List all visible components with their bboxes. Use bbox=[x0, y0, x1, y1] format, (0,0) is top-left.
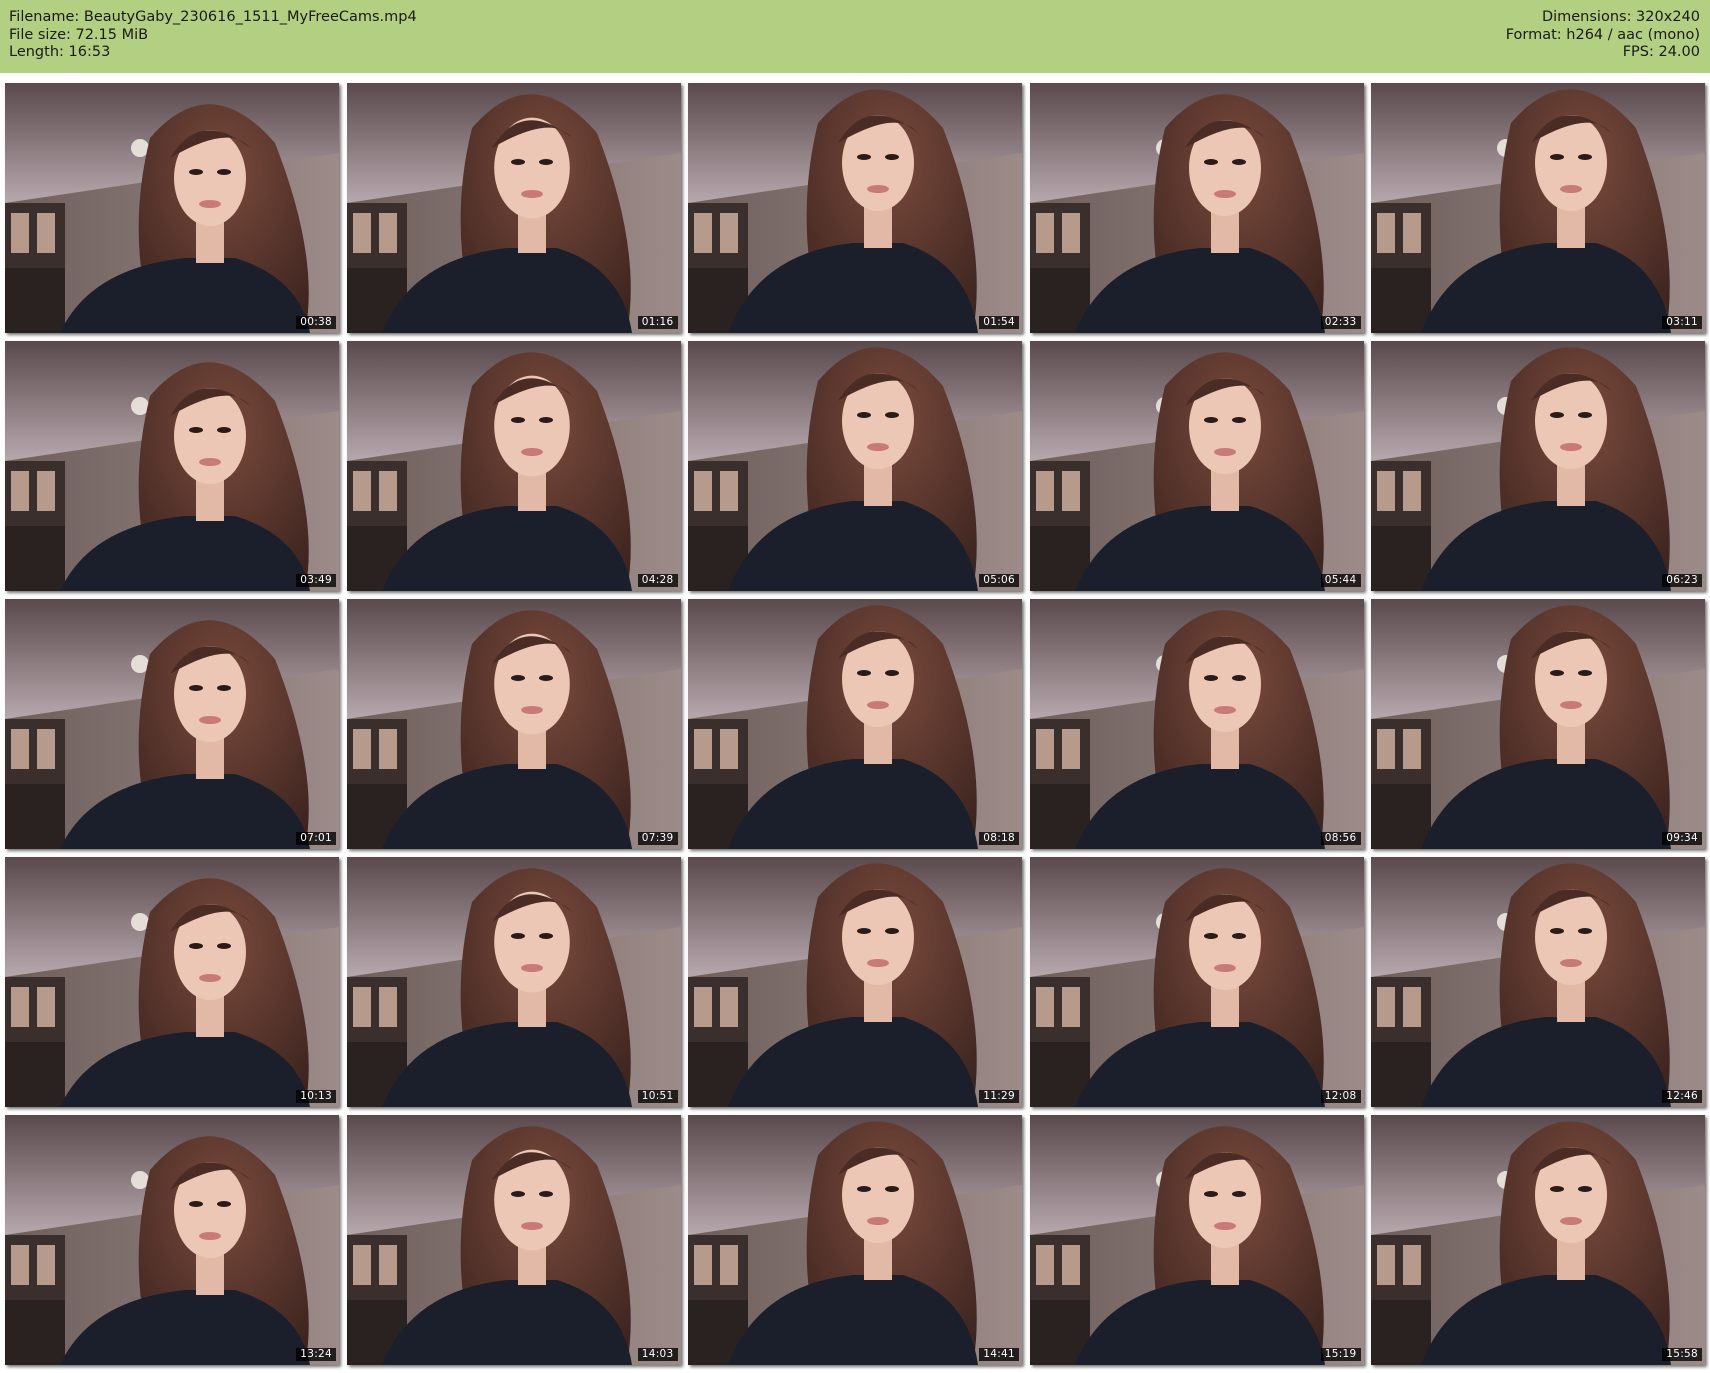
format-text: Format: h264 / aac (mono) bbox=[1505, 26, 1700, 43]
thumbnail-timestamp: 14:03 bbox=[637, 1348, 678, 1361]
thumbnail-frame-image bbox=[688, 1115, 1022, 1365]
thumbnail-timestamp: 09:34 bbox=[1662, 832, 1702, 845]
thumbnail: 13:24 bbox=[5, 1115, 339, 1365]
thumbnail-timestamp: 12:08 bbox=[1320, 1090, 1361, 1103]
thumbnail: 09:34 bbox=[1371, 599, 1705, 849]
thumbnail-frame-image bbox=[1029, 599, 1364, 849]
thumbnail-timestamp: 06:23 bbox=[1662, 574, 1702, 587]
thumbnail-grid: 00:38 01:16 01:54 02:33 03:11 03:49 04:28 05:06… bbox=[5, 83, 1705, 1365]
thumbnail-frame-image bbox=[688, 83, 1022, 333]
thumbnail-timestamp: 08:56 bbox=[1320, 832, 1361, 845]
thumbnail-frame-image bbox=[1029, 1115, 1364, 1365]
thumbnail-frame-image bbox=[1029, 857, 1364, 1107]
thumbnail-frame-image bbox=[1371, 83, 1705, 333]
thumbnail: 04:28 bbox=[346, 341, 681, 591]
filesize-text: File size: 72.15 MiB bbox=[9, 26, 149, 43]
thumbnail-timestamp: 14:41 bbox=[979, 1348, 1019, 1361]
thumbnail-timestamp: 05:44 bbox=[1320, 574, 1361, 587]
thumbnail: 10:51 bbox=[346, 857, 681, 1107]
thumbnail: 12:46 bbox=[1371, 857, 1705, 1107]
info-header: Filename: BeautyGaby_230616_1511_MyFreeC… bbox=[0, 0, 1710, 73]
thumbnail-timestamp: 01:16 bbox=[637, 316, 678, 329]
thumbnail: 11:29 bbox=[688, 857, 1022, 1107]
thumbnail: 00:38 bbox=[5, 83, 339, 333]
file-info: Filename: BeautyGaby_230616_1511_MyFreeC… bbox=[9, 9, 417, 62]
thumbnail-timestamp: 02:33 bbox=[1320, 316, 1361, 329]
thumbnail: 15:19 bbox=[1029, 1115, 1364, 1365]
thumbnail: 10:13 bbox=[5, 857, 339, 1107]
thumbnail-timestamp: 10:13 bbox=[296, 1090, 336, 1103]
filename-text: Filename: BeautyGaby_230616_1511_MyFreeC… bbox=[9, 9, 417, 25]
thumbnail: 03:49 bbox=[5, 341, 339, 591]
thumbnail-frame-image bbox=[688, 341, 1022, 591]
thumbnail: 14:03 bbox=[346, 1115, 681, 1365]
thumbnail-frame-image bbox=[346, 857, 681, 1107]
thumbnail-frame-image bbox=[5, 857, 339, 1107]
thumbnail-timestamp: 12:46 bbox=[1662, 1090, 1702, 1103]
thumbnail: 15:58 bbox=[1371, 1115, 1705, 1365]
thumbnail-timestamp: 01:54 bbox=[979, 316, 1019, 329]
thumbnail: 01:16 bbox=[346, 83, 681, 333]
thumbnail-timestamp: 08:18 bbox=[979, 832, 1019, 845]
thumbnail-timestamp: 03:49 bbox=[296, 574, 336, 587]
video-info: Dimensions: 320x240 Format: h264 / aac (… bbox=[1506, 9, 1700, 62]
thumbnail: 08:56 bbox=[1029, 599, 1364, 849]
thumbnail-frame-image bbox=[5, 83, 339, 333]
thumbnail-frame-image bbox=[1371, 1115, 1705, 1365]
thumbnail-timestamp: 05:06 bbox=[979, 574, 1019, 587]
thumbnail-frame-image bbox=[346, 341, 681, 591]
thumbnail-timestamp: 10:51 bbox=[637, 1090, 678, 1103]
thumbnail-frame-image bbox=[1371, 599, 1705, 849]
thumbnail: 01:54 bbox=[688, 83, 1022, 333]
thumbnail-frame-image bbox=[346, 83, 681, 333]
thumbnail-timestamp: 00:38 bbox=[296, 316, 336, 329]
thumbnail-frame-image bbox=[346, 1115, 681, 1365]
dimensions-text: Dimensions: 320x240 bbox=[1541, 9, 1700, 25]
thumbnail: 07:01 bbox=[5, 599, 339, 849]
thumbnail-timestamp: 04:28 bbox=[637, 574, 678, 587]
fps-text: FPS: 24.00 bbox=[1622, 44, 1700, 60]
thumbnail: 03:11 bbox=[1371, 83, 1705, 333]
length-text: Length: 16:53 bbox=[9, 44, 111, 60]
thumbnail-timestamp: 11:29 bbox=[979, 1090, 1019, 1103]
thumbnail: 06:23 bbox=[1371, 341, 1705, 591]
thumbnail-frame-image bbox=[5, 341, 339, 591]
thumbnail-timestamp: 07:01 bbox=[296, 832, 336, 845]
thumbnail-timestamp: 15:19 bbox=[1320, 1348, 1361, 1361]
thumbnail-timestamp: 13:24 bbox=[296, 1348, 336, 1361]
thumbnail-frame-image bbox=[1029, 341, 1364, 591]
thumbnail-timestamp: 07:39 bbox=[637, 832, 678, 845]
thumbnail: 12:08 bbox=[1029, 857, 1364, 1107]
thumbnail: 14:41 bbox=[688, 1115, 1022, 1365]
thumbnail-frame-image bbox=[1029, 83, 1364, 333]
thumbnail: 05:06 bbox=[688, 341, 1022, 591]
thumbnail-frame-image bbox=[688, 857, 1022, 1107]
thumbnail-timestamp: 15:58 bbox=[1662, 1348, 1702, 1361]
thumbnail-frame-image bbox=[1371, 341, 1705, 591]
thumbnail-frame-image bbox=[346, 599, 681, 849]
thumbnail: 07:39 bbox=[346, 599, 681, 849]
thumbnail-frame-image bbox=[5, 599, 339, 849]
thumbnail-frame-image bbox=[688, 599, 1022, 849]
thumbnail-timestamp: 03:11 bbox=[1662, 316, 1702, 329]
thumbnail: 05:44 bbox=[1029, 341, 1364, 591]
thumbnail-frame-image bbox=[1371, 857, 1705, 1107]
thumbnail: 08:18 bbox=[688, 599, 1022, 849]
thumbnail-frame-image bbox=[5, 1115, 339, 1365]
thumbnail: 02:33 bbox=[1029, 83, 1364, 333]
